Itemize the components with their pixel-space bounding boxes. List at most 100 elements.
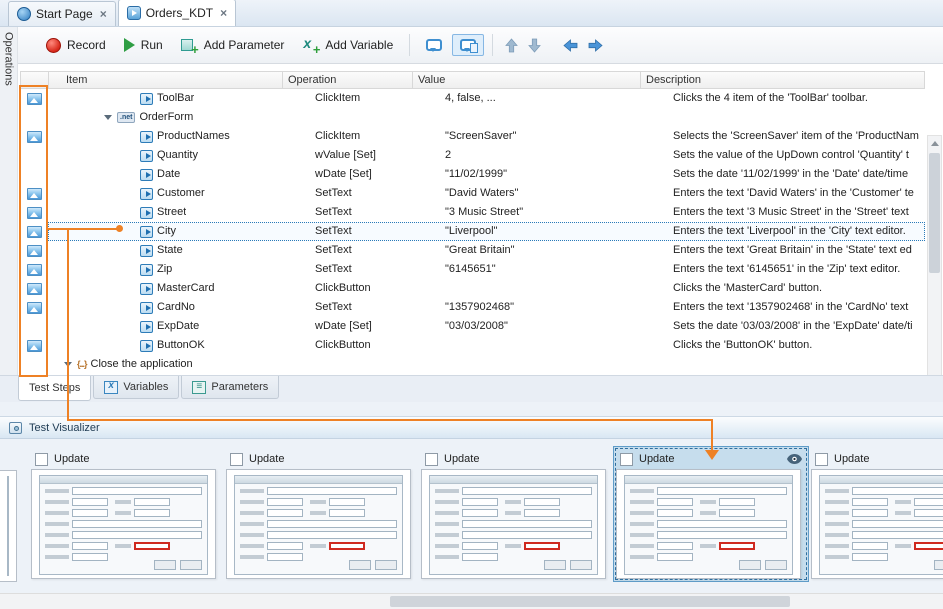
update-checkbox[interactable] — [620, 453, 633, 466]
add-parameter-label: Add Parameter — [204, 38, 285, 52]
vertical-scrollbar-thumb[interactable] — [929, 153, 940, 273]
visualizer-thumbnail[interactable]: Update — [28, 446, 224, 582]
row-content[interactable]: QuantitywValue [Set]2Sets the value of t… — [48, 146, 925, 165]
test-step-row[interactable]: StreetSetText"3 Music Street"Enters the … — [20, 203, 925, 222]
description-cell: Enters the text 'Liverpool' in the 'City… — [668, 222, 925, 241]
test-step-row[interactable]: CustomerSetText"David Waters"Enters the … — [20, 184, 925, 203]
grid-body: ToolBarClickItem4, false, ...Clicks the … — [20, 89, 925, 374]
test-step-row[interactable]: ExpDatewDate [Set]"03/03/2008"Sets the d… — [20, 317, 925, 336]
row-content[interactable]: ButtonOKClickButtonClicks the 'ButtonOK'… — [48, 336, 925, 355]
row-content[interactable]: {...}Close the application — [48, 355, 925, 374]
tab-parameters[interactable]: Parameters — [181, 376, 279, 399]
record-button[interactable]: Record — [38, 33, 114, 58]
description-cell — [668, 355, 925, 374]
row-content[interactable]: StateSetText"Great Britain"Enters the te… — [48, 241, 925, 260]
update-label: Update — [54, 453, 89, 465]
row-content[interactable]: CitySetText"Liverpool"Enters the text 'L… — [48, 222, 925, 241]
thumbnail-image[interactable] — [616, 469, 801, 579]
description-cell: Clicks the 'MasterCard' button. — [668, 279, 925, 298]
add-parameter-button[interactable]: Add Parameter — [173, 33, 293, 58]
operation-icon — [140, 245, 153, 257]
record-label: Record — [67, 38, 106, 52]
test-step-row[interactable]: ProductNamesClickItem"ScreenSaver"Select… — [20, 127, 925, 146]
scroll-up-button[interactable] — [928, 136, 941, 150]
test-step-row[interactable]: QuantitywValue [Set]2Sets the value of t… — [20, 146, 925, 165]
operation-cell — [310, 355, 440, 374]
row-content[interactable]: DatewDate [Set]"11/02/1999"Sets the date… — [48, 165, 925, 184]
test-step-row[interactable]: ToolBarClickItem4, false, ...Clicks the … — [20, 89, 925, 108]
annotation-rectangle — [19, 85, 48, 377]
test-step-row[interactable]: CitySetText"Liverpool"Enters the text 'L… — [20, 222, 925, 241]
indent-left-button[interactable] — [559, 36, 582, 55]
item-cell: Customer — [48, 184, 310, 203]
expand-chevron-icon[interactable] — [104, 115, 112, 120]
arrow-down-icon — [528, 38, 541, 53]
update-checkbox[interactable] — [35, 453, 48, 466]
tab-start-page[interactable]: Start Page × — [8, 1, 116, 26]
visualizer-thumbnail-partial[interactable] — [0, 470, 17, 582]
thumbnail-image[interactable] — [226, 469, 411, 579]
row-content[interactable]: .netOrderForm — [48, 108, 925, 127]
comment-button[interactable] — [418, 34, 450, 56]
test-step-row[interactable]: StateSetText"Great Britain"Enters the te… — [20, 241, 925, 260]
thumbnail-image[interactable] — [31, 469, 216, 579]
eye-icon[interactable] — [787, 454, 802, 464]
tab-close-icon[interactable]: × — [100, 7, 107, 21]
test-step-row[interactable]: DatewDate [Set]"11/02/1999"Sets the date… — [20, 165, 925, 184]
thumbnail-image[interactable] — [811, 469, 943, 579]
horizontal-scrollbar-thumb[interactable] — [390, 596, 790, 607]
test-step-row[interactable]: {...}Close the application — [20, 355, 925, 374]
row-content[interactable]: StreetSetText"3 Music Street"Enters the … — [48, 203, 925, 222]
tab-test-steps[interactable]: Test Steps — [18, 376, 91, 401]
operations-panel-tab[interactable]: Operations — [0, 27, 18, 402]
description-button[interactable] — [452, 34, 484, 56]
visualizer-thumbnail[interactable]: Update — [808, 446, 943, 582]
operation-icon — [140, 264, 153, 276]
move-down-button[interactable] — [524, 35, 545, 56]
move-up-button[interactable] — [501, 35, 522, 56]
toolbar-separator — [492, 34, 493, 56]
test-step-row[interactable]: MasterCardClickButtonClicks the 'MasterC… — [20, 279, 925, 298]
visualizer-thumbnail[interactable]: Update — [223, 446, 419, 582]
add-variable-button[interactable]: Add Variable — [294, 33, 401, 58]
arrow-left-icon — [563, 39, 578, 52]
horizontal-scrollbar[interactable] — [0, 593, 943, 609]
comment-bubble-icon — [426, 39, 442, 51]
column-header-value[interactable]: Value — [413, 72, 641, 88]
thumbnail-header: Update — [421, 449, 611, 469]
row-content[interactable]: ToolBarClickItem4, false, ...Clicks the … — [48, 89, 925, 108]
test-step-row[interactable]: CardNoSetText"1357902468"Enters the text… — [20, 298, 925, 317]
row-content[interactable]: MasterCardClickButtonClicks the 'MasterC… — [48, 279, 925, 298]
value-cell — [440, 355, 668, 374]
column-header-item[interactable]: Item — [49, 72, 283, 88]
update-checkbox[interactable] — [425, 453, 438, 466]
tab-orders-kdt[interactable]: Orders_KDT × — [118, 0, 236, 26]
value-cell: 4, false, ... — [440, 89, 668, 108]
value-cell: "Liverpool" — [440, 222, 668, 241]
thumbnail-image[interactable] — [421, 469, 606, 579]
run-button[interactable]: Run — [116, 33, 171, 57]
column-header-description[interactable]: Description — [641, 72, 924, 88]
visualizer-thumbnail[interactable]: Update — [613, 446, 809, 582]
row-content[interactable]: ProductNamesClickItem"ScreenSaver"Select… — [48, 127, 925, 146]
tab-close-icon[interactable]: × — [220, 6, 227, 20]
row-content[interactable]: CardNoSetText"1357902468"Enters the text… — [48, 298, 925, 317]
test-step-row[interactable]: ZipSetText"6145651"Enters the text '6145… — [20, 260, 925, 279]
column-header-operation[interactable]: Operation — [283, 72, 413, 88]
row-content[interactable]: ZipSetText"6145651"Enters the text '6145… — [48, 260, 925, 279]
test-step-row[interactable]: ButtonOKClickButtonClicks the 'ButtonOK'… — [20, 336, 925, 355]
test-step-row[interactable]: .netOrderForm — [20, 108, 925, 127]
tab-label: Start Page — [36, 7, 93, 21]
row-content[interactable]: CustomerSetText"David Waters"Enters the … — [48, 184, 925, 203]
update-checkbox[interactable] — [815, 453, 828, 466]
visualizer-thumbnail[interactable]: Update — [418, 446, 614, 582]
thumbnail-header: Update — [811, 449, 943, 469]
annotation-connector-h1 — [48, 228, 119, 230]
indent-right-button[interactable] — [584, 36, 607, 55]
visualizer-icon — [9, 422, 22, 434]
update-checkbox[interactable] — [230, 453, 243, 466]
row-content[interactable]: ExpDatewDate [Set]"03/03/2008"Sets the d… — [48, 317, 925, 336]
operation-cell — [310, 108, 440, 127]
item-label: City — [157, 222, 176, 241]
tab-variables[interactable]: Variables — [93, 376, 179, 399]
